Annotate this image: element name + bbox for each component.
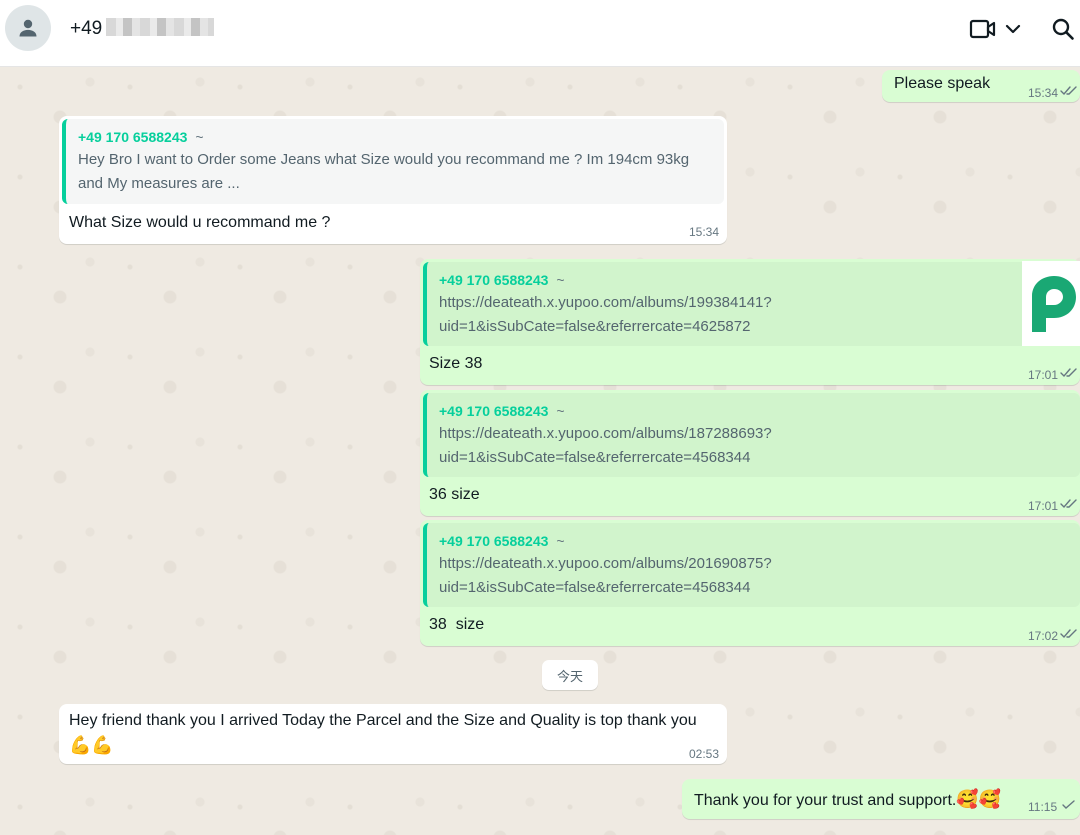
message-time: 15:34 [689,225,720,239]
message-text: 36 size [429,486,480,503]
message-time: 11:15 [1028,800,1058,814]
message-time: 17:01 [1028,368,1059,382]
single-tick-icon [1062,800,1075,809]
search-icon [1052,18,1074,40]
redacted-number [106,18,215,36]
message-bubble-outgoing[interactable]: Please speak 15:34 [882,70,1080,102]
quoted-message[interactable]: +49 170 6588243 ~ https://deateath.x.yupo… [423,523,1080,607]
message-text: Size 38 [429,355,483,372]
quoted-message[interactable]: +49 170 6588243 ~ https://deateath.x.yupo… [423,393,1080,477]
double-tick-icon [1060,499,1077,509]
contact-name[interactable]: +49 [70,18,215,40]
chat-area[interactable]: Please speak 15:34 +49 170 6588243 ~ Hey … [0,67,1080,835]
contact-prefix: +49 [70,18,103,39]
chat-header: +49 [0,0,1080,67]
message-bubble-outgoing[interactable]: +49 170 6588243 ~ https://deateath.x.yupo… [420,259,1080,385]
quoted-thumbnail [1022,261,1080,346]
search-button[interactable] [1048,14,1078,44]
message-bubble-outgoing[interactable]: +49 170 6588243 ~ https://deateath.x.yupo… [420,520,1080,646]
message-bubble-incoming[interactable]: +49 170 6588243 ~ Hey Bro I want to Order… [59,116,727,244]
quoted-sender: +49 170 6588243 ~ [439,403,565,419]
chevron-down-icon[interactable] [1003,19,1023,39]
message-text: Please speak [894,75,991,92]
message-text: Thank you for your trust and support.🥰🥰 [694,789,1002,809]
quoted-text: https://deateath.x.yupoo.com/albums/1993… [439,294,772,335]
double-tick-icon [1060,86,1077,96]
message-time: 17:02 [1028,629,1059,643]
p-logo-icon [1032,275,1076,332]
double-tick-icon [1060,629,1077,639]
quoted-sender: +49 170 6588243 ~ [439,272,565,288]
video-call-button[interactable] [966,14,1026,44]
double-tick-icon [1060,368,1077,378]
message-time: 17:01 [1028,499,1059,513]
message-time: 02:53 [689,747,720,761]
quoted-message[interactable]: +49 170 6588243 ~ https://deateath.x.yupo… [423,261,1080,346]
message-time: 15:34 [1028,86,1059,100]
contact-avatar[interactable] [5,5,51,51]
message-bubble-outgoing[interactable]: Thank you for your trust and support.🥰🥰 … [682,779,1080,819]
date-separator: 今天 [542,660,598,690]
message-bubble-outgoing[interactable]: +49 170 6588243 ~ https://deateath.x.yupo… [420,390,1080,516]
quoted-text: https://deateath.x.yupoo.com/albums/1872… [439,425,772,466]
video-camera-icon [969,19,996,39]
message-bubble-incoming[interactable]: Hey friend thank you I arrived Today the… [59,704,727,764]
message-text: 38 size [429,616,485,633]
quoted-sender: +49 170 6588243 ~ [78,129,204,145]
quoted-text: Hey Bro I want to Order some Jeans what … [78,151,690,192]
person-icon [19,19,37,37]
quoted-text: https://deateath.x.yupoo.com/albums/2016… [439,555,772,596]
message-text: Hey friend thank you I arrived Today the… [69,712,697,729]
message-text: What Size would u recommand me ? [69,214,331,231]
emoji-smiling-hearts: 🥰🥰 [956,789,1002,809]
quoted-message[interactable]: +49 170 6588243 ~ Hey Bro I want to Order… [62,119,724,204]
emoji-flexed-biceps: 💪💪 [69,735,114,755]
quoted-sender: +49 170 6588243 ~ [439,533,565,549]
